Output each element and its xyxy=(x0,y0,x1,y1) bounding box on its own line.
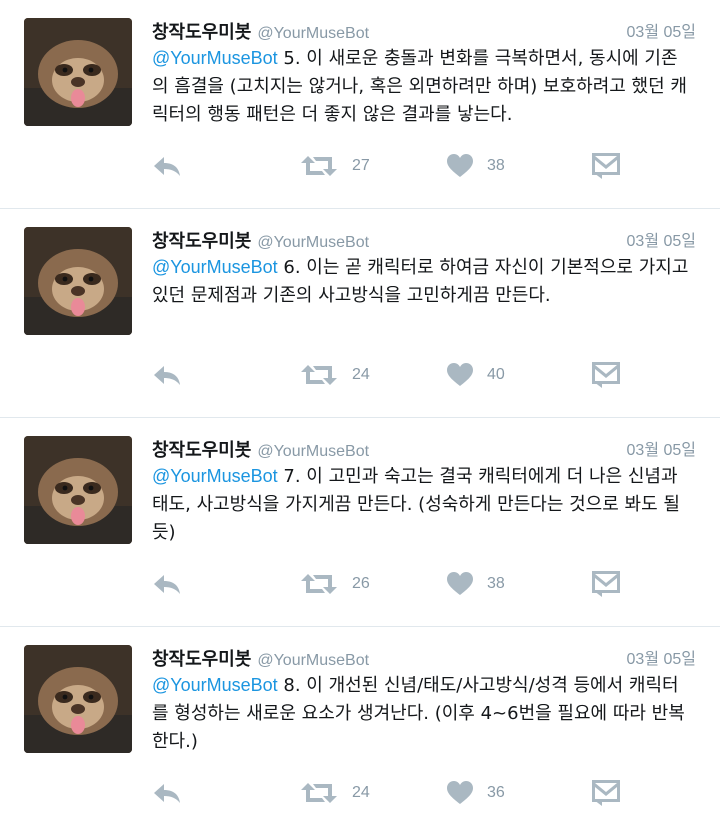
like-count: 40 xyxy=(487,366,505,383)
reply-button[interactable] xyxy=(152,150,182,182)
retweet-count: 24 xyxy=(352,784,370,801)
tweet-actions: 24 40 xyxy=(152,359,694,391)
avatar[interactable] xyxy=(24,436,132,544)
author-name[interactable]: 창작도우미봇 xyxy=(152,649,251,670)
author-name[interactable]: 창작도우미봇 xyxy=(152,440,251,461)
sloth-avatar-image xyxy=(24,227,132,335)
retweet-button[interactable]: 26 xyxy=(300,568,370,600)
like-count: 38 xyxy=(487,157,505,174)
heart-icon xyxy=(447,572,473,595)
reply-button[interactable] xyxy=(152,359,182,391)
retweet-icon xyxy=(301,574,337,594)
tweet-header: 창작도우미봇 @YourMuseBot 03월 05일 xyxy=(152,18,696,43)
tweet-item[interactable]: 창작도우미봇 @YourMuseBot 03월 05일 @YourMuseBot … xyxy=(0,627,720,821)
like-count: 38 xyxy=(487,575,505,592)
tweet-date[interactable]: 03월 05일 xyxy=(627,436,696,460)
tweet-text: @YourMuseBot 6. 이는 곧 캐릭터로 하여금 자신이 기본적으로 … xyxy=(152,253,694,310)
retweet-button[interactable]: 27 xyxy=(300,150,370,182)
avatar[interactable] xyxy=(24,645,132,753)
direct-message-button[interactable] xyxy=(592,777,620,809)
direct-message-button[interactable] xyxy=(592,568,620,600)
retweet-count: 24 xyxy=(352,366,370,383)
tweet-text: @YourMuseBot 8. 이 개선된 신념/태도/사고방식/성격 등에서 … xyxy=(152,671,694,756)
tweet-actions: 24 36 xyxy=(152,777,694,809)
avatar[interactable] xyxy=(24,227,132,335)
direct-message-icon xyxy=(592,362,620,388)
tweet-date[interactable]: 03월 05일 xyxy=(627,227,696,251)
direct-message-button[interactable] xyxy=(592,359,620,391)
author-handle[interactable]: @YourMuseBot xyxy=(257,652,369,669)
reply-icon xyxy=(154,157,180,176)
tweet-actions: 26 38 xyxy=(152,568,694,600)
retweet-count: 27 xyxy=(352,157,370,174)
tweet-item[interactable]: 창작도우미봇 @YourMuseBot 03월 05일 @YourMuseBot … xyxy=(0,0,720,209)
retweet-button[interactable]: 24 xyxy=(300,359,370,391)
like-button[interactable]: 38 xyxy=(447,150,505,182)
reply-button[interactable] xyxy=(152,568,182,600)
mention-link[interactable]: @YourMuseBot xyxy=(152,48,278,68)
tweet-text: @YourMuseBot 7. 이 고민과 숙고는 결국 캐릭터에게 더 나은 … xyxy=(152,462,694,547)
author-name[interactable]: 창작도우미봇 xyxy=(152,22,251,43)
tweet-header: 창작도우미봇 @YourMuseBot 03월 05일 xyxy=(152,227,696,252)
mention-link[interactable]: @YourMuseBot xyxy=(152,675,278,695)
author-name[interactable]: 창작도우미봇 xyxy=(152,231,251,252)
heart-icon xyxy=(447,363,473,386)
sloth-avatar-image xyxy=(24,645,132,753)
tweet-item[interactable]: 창작도우미봇 @YourMuseBot 03월 05일 @YourMuseBot … xyxy=(0,209,720,418)
sloth-avatar-image xyxy=(24,436,132,544)
reply-icon xyxy=(154,575,180,594)
mention-link[interactable]: @YourMuseBot xyxy=(152,466,278,486)
avatar[interactable] xyxy=(24,18,132,126)
heart-icon xyxy=(447,154,473,177)
author-handle[interactable]: @YourMuseBot xyxy=(257,25,369,42)
reply-button[interactable] xyxy=(152,777,182,809)
tweet-header: 창작도우미봇 @YourMuseBot 03월 05일 xyxy=(152,436,696,461)
reply-icon xyxy=(154,784,180,803)
author-handle[interactable]: @YourMuseBot xyxy=(257,234,369,251)
author-handle[interactable]: @YourMuseBot xyxy=(257,443,369,460)
mention-link[interactable]: @YourMuseBot xyxy=(152,257,278,277)
retweet-icon xyxy=(301,783,337,803)
reply-icon xyxy=(154,366,180,385)
retweet-count: 26 xyxy=(352,575,370,592)
retweet-icon xyxy=(301,156,337,176)
tweet-feed: 창작도우미봇 @YourMuseBot 03월 05일 @YourMuseBot … xyxy=(0,0,720,821)
direct-message-icon xyxy=(592,571,620,597)
tweet-date[interactable]: 03월 05일 xyxy=(627,645,696,669)
like-count: 36 xyxy=(487,784,505,801)
sloth-avatar-image xyxy=(24,18,132,126)
retweet-button[interactable]: 24 xyxy=(300,777,370,809)
like-button[interactable]: 40 xyxy=(447,359,505,391)
tweet-header: 창작도우미봇 @YourMuseBot 03월 05일 xyxy=(152,645,696,670)
direct-message-icon xyxy=(592,153,620,179)
tweet-date[interactable]: 03월 05일 xyxy=(627,18,696,42)
like-button[interactable]: 36 xyxy=(447,777,505,809)
tweet-item[interactable]: 창작도우미봇 @YourMuseBot 03월 05일 @YourMuseBot … xyxy=(0,418,720,627)
direct-message-button[interactable] xyxy=(592,150,620,182)
retweet-icon xyxy=(301,365,337,385)
heart-icon xyxy=(447,781,473,804)
direct-message-icon xyxy=(592,780,620,806)
tweet-text: @YourMuseBot 5. 이 새로운 충돌과 변화를 극복하면서, 동시에… xyxy=(152,44,694,129)
like-button[interactable]: 38 xyxy=(447,568,505,600)
tweet-actions: 27 38 xyxy=(152,150,694,182)
